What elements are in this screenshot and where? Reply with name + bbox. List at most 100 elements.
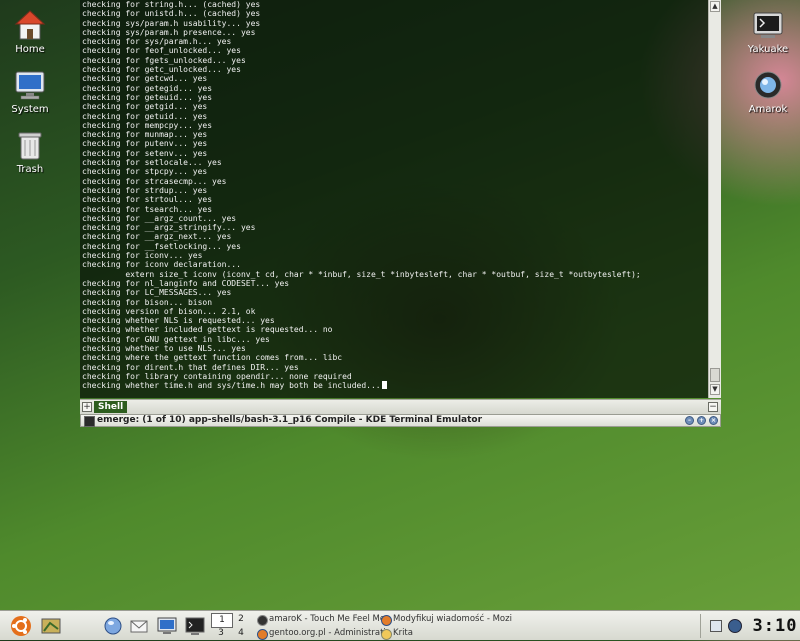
task-gentoo[interactable]: gentoo.org.pl - Administrati bbox=[256, 627, 389, 640]
tray-globe-icon[interactable] bbox=[728, 619, 742, 633]
terminal-line: checking for bison... bison bbox=[82, 297, 213, 307]
terminal-line: checking for mempcpy... yes bbox=[82, 120, 213, 130]
task-label: gentoo.org.pl - Administrati bbox=[269, 628, 386, 638]
terminal-line: checking for munmap... yes bbox=[82, 130, 208, 140]
terminal-line: checking whether included gettext is req… bbox=[82, 325, 333, 335]
terminal-line: checking for sys/param.h... yes bbox=[82, 37, 232, 47]
terminal-line: checking for setlocale... yes bbox=[82, 158, 222, 168]
desktop-icon-label: Trash bbox=[16, 164, 44, 175]
desktop-icon-trash[interactable]: Trash bbox=[0, 128, 62, 175]
terminal-line: checking for dirent.h that defines DIR..… bbox=[82, 362, 299, 372]
terminal-line: checking for getegid... yes bbox=[82, 83, 213, 93]
terminal-line: checking for unistd.h... (cached) yes bbox=[82, 9, 261, 19]
tab-shell-label: Shell bbox=[98, 402, 124, 412]
desktop-icon-amarok[interactable]: Amarok bbox=[736, 68, 800, 115]
terminal-line: checking for library containing opendir.… bbox=[82, 371, 352, 381]
desktop-icon-system[interactable]: System bbox=[0, 68, 62, 115]
terminal-lines: checking for string.h... (cached) yes che… bbox=[82, 0, 708, 381]
terminal-line: checking for strdup... yes bbox=[82, 185, 208, 195]
browser-globe-icon[interactable] bbox=[102, 615, 124, 637]
close-tab-icon[interactable]: − bbox=[708, 402, 718, 412]
mail-icon[interactable] bbox=[128, 615, 150, 637]
terminal-line: checking for strcasecmp... yes bbox=[82, 176, 227, 186]
monitor-icon bbox=[13, 68, 47, 102]
terminal-line: checking where the gettext function come… bbox=[82, 353, 343, 363]
terminal-line: checking sys/param.h usability... yes bbox=[82, 18, 261, 28]
desktop-icon-label: Yakuake bbox=[747, 44, 789, 55]
terminal-window[interactable]: checking for string.h... (cached) yes che… bbox=[80, 0, 721, 427]
scroll-down-button[interactable]: ▼ bbox=[710, 384, 720, 395]
terminal-line: checking version of bison... 2.1, ok bbox=[82, 306, 256, 316]
terminal-line: checking for __argz_next... yes bbox=[82, 232, 232, 242]
firefox-task-icon bbox=[257, 629, 268, 640]
terminal-line: checking for getuid... yes bbox=[82, 111, 208, 121]
taskbar: 1 2 3 4 amaroK - Touch Me Feel Me Modyfi… bbox=[0, 610, 800, 640]
terminal-line: checking for strtoul... yes bbox=[82, 195, 213, 205]
terminal-line: checking for __argz_stringify... yes bbox=[82, 223, 256, 233]
home-icon bbox=[13, 8, 47, 42]
task-krita[interactable]: Krita bbox=[380, 627, 513, 640]
terminal-icon bbox=[751, 8, 785, 42]
terminal-line: checking for setenv... yes bbox=[82, 148, 208, 158]
terminal-line: checking whether to use NLS... yes bbox=[82, 343, 246, 353]
terminal-line: checking whether NLS is requested... yes bbox=[82, 316, 275, 326]
terminal-line: checking for __argz_count... yes bbox=[82, 213, 237, 223]
terminal-line: checking for iconv declaration... bbox=[82, 260, 241, 270]
terminal-line: checking for getc_unlocked... yes bbox=[82, 65, 241, 75]
task-label: amaroK - Touch Me Feel Me bbox=[269, 614, 386, 624]
terminal-line: checking for LC_MESSAGES... yes bbox=[82, 288, 232, 298]
desktop-pager-4[interactable]: 4 bbox=[231, 627, 251, 640]
firefox-task-icon bbox=[381, 615, 392, 626]
tray-network-icon[interactable] bbox=[710, 620, 722, 632]
terminal-scrollbar[interactable]: ▲ ▼ bbox=[708, 0, 721, 398]
desktop-icon-label: System bbox=[11, 104, 49, 115]
terminal-line: checking for string.h... (cached) yes bbox=[82, 0, 261, 9]
text-cursor bbox=[381, 381, 387, 390]
task-label: Modyfikuj wiadomość - Mozi bbox=[393, 614, 512, 624]
tray-separator bbox=[700, 614, 701, 638]
new-tab-icon[interactable]: + bbox=[82, 402, 92, 412]
terminal-line: extern size_t iconv (iconv_t cd, char * … bbox=[82, 269, 641, 279]
desktop-icon-label: Home bbox=[15, 44, 45, 55]
scrollbar-thumb[interactable] bbox=[710, 368, 720, 382]
show-desktop-icon[interactable] bbox=[40, 615, 62, 637]
terminal-line: checking for iconv... yes bbox=[82, 251, 203, 261]
minimize-button[interactable]: – bbox=[685, 416, 694, 425]
terminal-line: checking for getcwd... yes bbox=[82, 74, 208, 84]
terminal-line: checking for __fsetlocking... yes bbox=[82, 241, 241, 251]
desktop-pager-3[interactable]: 3 bbox=[211, 627, 231, 640]
krita-task-icon bbox=[381, 629, 392, 640]
terminal-line: checking for putenv... yes bbox=[82, 139, 208, 149]
window-menu-icon[interactable] bbox=[84, 416, 95, 427]
terminal-line: checking for getgid... yes bbox=[82, 102, 208, 112]
clock[interactable]: 3:10 bbox=[752, 614, 798, 638]
terminal-line: checking for fgets_unlocked... yes bbox=[82, 55, 246, 65]
desktop-icon-label: Amarok bbox=[748, 104, 788, 115]
terminal-line: checking for stpcpy... yes bbox=[82, 167, 208, 177]
desktop-icon-home[interactable]: Home bbox=[0, 8, 62, 55]
desktop-pager-2[interactable]: 2 bbox=[231, 613, 251, 626]
tab-shell[interactable]: Shell bbox=[94, 401, 128, 413]
terminal-last-line: checking whether time.h and sys/time.h m… bbox=[82, 381, 381, 391]
amarok-task-icon bbox=[257, 615, 268, 626]
window-titlebar[interactable]: emerge: (1 of 10) app-shells/bash-3.1_p1… bbox=[80, 414, 721, 427]
desktop-pager-1[interactable]: 1 bbox=[211, 613, 233, 628]
window-title: emerge: (1 of 10) app-shells/bash-3.1_p1… bbox=[97, 415, 483, 425]
terminal-icon[interactable] bbox=[184, 615, 206, 637]
scroll-up-button[interactable]: ▲ bbox=[710, 1, 720, 12]
maximize-button[interactable]: + bbox=[697, 416, 706, 425]
terminal-line: checking for nl_langinfo and CODESET... … bbox=[82, 278, 290, 288]
task-modyfikuj[interactable]: Modyfikuj wiadomość - Mozi bbox=[380, 613, 513, 626]
terminal-line: checking for geteuid... yes bbox=[82, 92, 213, 102]
terminal-line: checking sys/param.h presence... yes bbox=[82, 27, 256, 37]
ubuntu-menu-icon[interactable] bbox=[10, 615, 32, 637]
task-amarok[interactable]: amaroK - Touch Me Feel Me bbox=[256, 613, 389, 626]
terminal-line: checking for tsearch... yes bbox=[82, 204, 213, 214]
close-button[interactable]: × bbox=[709, 416, 718, 425]
desktop-icon-yakuake[interactable]: Yakuake bbox=[736, 8, 800, 55]
trash-icon bbox=[13, 128, 47, 162]
terminal-line: checking for feof_unlocked... yes bbox=[82, 46, 241, 56]
task-label: Krita bbox=[393, 628, 413, 638]
terminal-output[interactable]: checking for string.h... (cached) yes che… bbox=[80, 0, 708, 398]
system-monitor-icon[interactable] bbox=[156, 615, 178, 637]
